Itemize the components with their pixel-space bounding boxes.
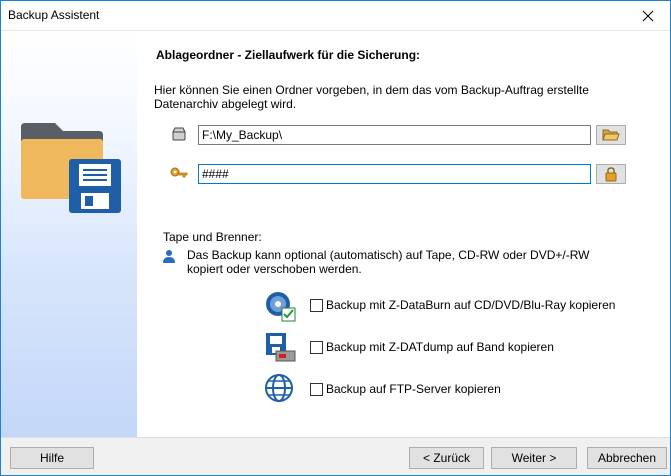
option-datdump-label: Backup mit Z-DATdump auf Band kopieren [326,340,554,354]
option-ftp-checkbox[interactable] [310,383,323,396]
lock-icon [605,167,617,182]
option-databurn-checkbox[interactable] [310,299,323,312]
back-button[interactable]: < Zurück [409,447,484,469]
button-bar: Hilfe < Zurück Weiter > Abbrechen [1,437,670,475]
drive-icon [172,127,186,141]
option-datdump-checkbox[interactable] [310,341,323,354]
user-icon [163,250,175,263]
tape-info-text: Das Backup kann optional (automatisch) a… [187,248,590,276]
folder-floppy-icon [21,123,121,213]
page-heading: Ablageordner - Ziellaufwerk für die Sich… [156,48,421,62]
key-icon [170,167,188,178]
disc-burn-icon [266,292,296,322]
tape-drive-icon [266,333,296,362]
cancel-button[interactable]: Abbrechen [587,447,667,469]
title-bar: Backup Assistent [1,1,670,31]
globe-icon [265,374,293,402]
help-button[interactable]: Hilfe [10,447,94,469]
password-lock-button[interactable] [596,164,626,184]
window-title: Backup Assistent [8,8,100,22]
browse-folder-button[interactable] [596,125,626,145]
option-databurn-label: Backup mit Z-DataBurn auf CD/DVD/Blu-Ray… [326,298,616,312]
open-folder-icon [602,129,620,141]
backup-assistant-window: Backup Assistent Ablageordner - Ziellauf… [0,0,671,476]
next-button[interactable]: Weiter > [491,447,577,469]
tape-section-label: Tape und Brenner: [163,230,262,244]
option-ftp-label: Backup auf FTP-Server kopieren [326,382,501,396]
password-input[interactable]: #### [198,164,591,184]
close-icon [642,10,654,21]
folder-path-input[interactable]: F:\My_Backup\ [198,125,591,145]
close-button[interactable] [626,1,670,30]
wizard-content: Ablageordner - Ziellaufwerk für die Sich… [137,31,670,437]
intro-text: Hier können Sie einen Ordner vorgeben, i… [154,83,589,111]
wizard-sidebar [1,31,137,437]
